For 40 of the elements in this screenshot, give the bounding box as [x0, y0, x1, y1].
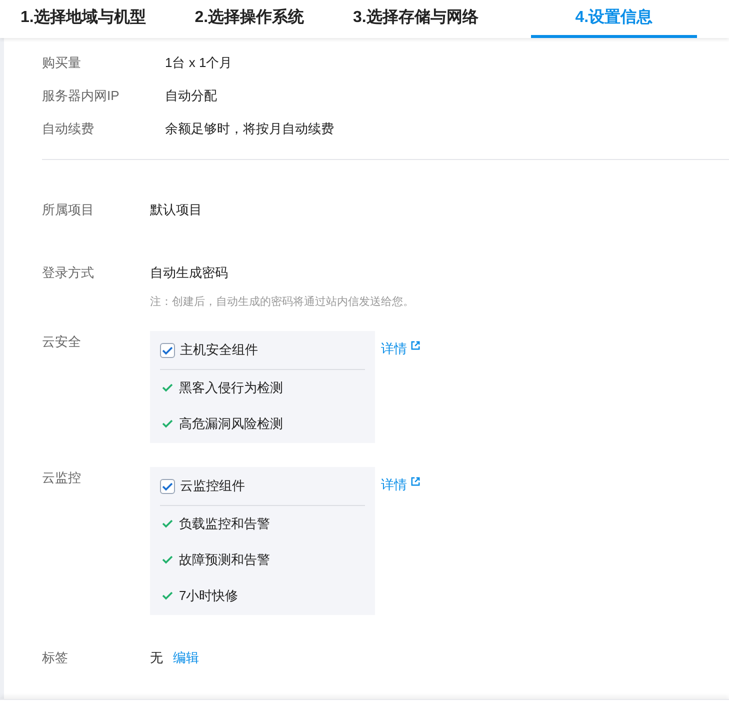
- step-tab[interactable]: 1.选择地域与机型: [0, 0, 166, 38]
- check-icon: [162, 555, 173, 564]
- check-icon: [162, 346, 173, 354]
- details-link[interactable]: 详情: [381, 476, 420, 494]
- feature-text: 7小时快修: [179, 586, 238, 605]
- external-link-icon: [411, 340, 420, 350]
- field-label: 所属项目: [42, 201, 95, 219]
- external-link-icon: [411, 476, 420, 486]
- check-icon: [162, 591, 173, 600]
- checkbox[interactable]: [160, 342, 175, 358]
- details-link[interactable]: 详情: [381, 340, 420, 358]
- component-label: 主机安全组件: [180, 341, 258, 360]
- feature-text: 负载监控和告警: [179, 514, 270, 533]
- field-label: 自动续费: [42, 120, 95, 138]
- check-icon: [162, 419, 173, 428]
- field-label: 云监控: [42, 468, 82, 486]
- feature-text: 黑客入侵行为检测: [179, 378, 283, 397]
- note-text: 注：创建后，自动生成的密码将通过站内信发送给您。: [150, 294, 415, 310]
- field-value: 自动生成密码: [150, 264, 228, 282]
- field-value: 自动分配: [165, 86, 217, 105]
- step-tab[interactable]: 3.选择存储与网络: [332, 0, 499, 38]
- field-value: 余额足够时，将按月自动续费: [165, 120, 334, 138]
- edit-link[interactable]: 编辑: [173, 648, 199, 667]
- check-icon: [162, 519, 173, 528]
- field-label: 标签: [42, 648, 69, 666]
- component-label: 云监控组件: [180, 477, 245, 496]
- step-tab[interactable]: 4.设置信息: [530, 0, 697, 38]
- feature-text: 高危漏洞风险检测: [179, 414, 283, 433]
- checkbox[interactable]: [160, 478, 175, 494]
- field-value: 1台 x 1个月: [165, 54, 232, 72]
- field-label: 云安全: [42, 332, 82, 350]
- check-icon: [162, 383, 173, 392]
- check-icon: [162, 482, 173, 490]
- field-label: 登录方式: [42, 264, 95, 282]
- feature-text: 故障预测和告警: [179, 550, 270, 569]
- step-tab[interactable]: 2.选择操作系统: [166, 0, 332, 38]
- field-label: 购买量: [42, 54, 82, 72]
- field-value: 无: [150, 648, 163, 666]
- field-value: 默认项目: [150, 201, 202, 219]
- field-label: 服务器内网IP: [42, 86, 120, 105]
